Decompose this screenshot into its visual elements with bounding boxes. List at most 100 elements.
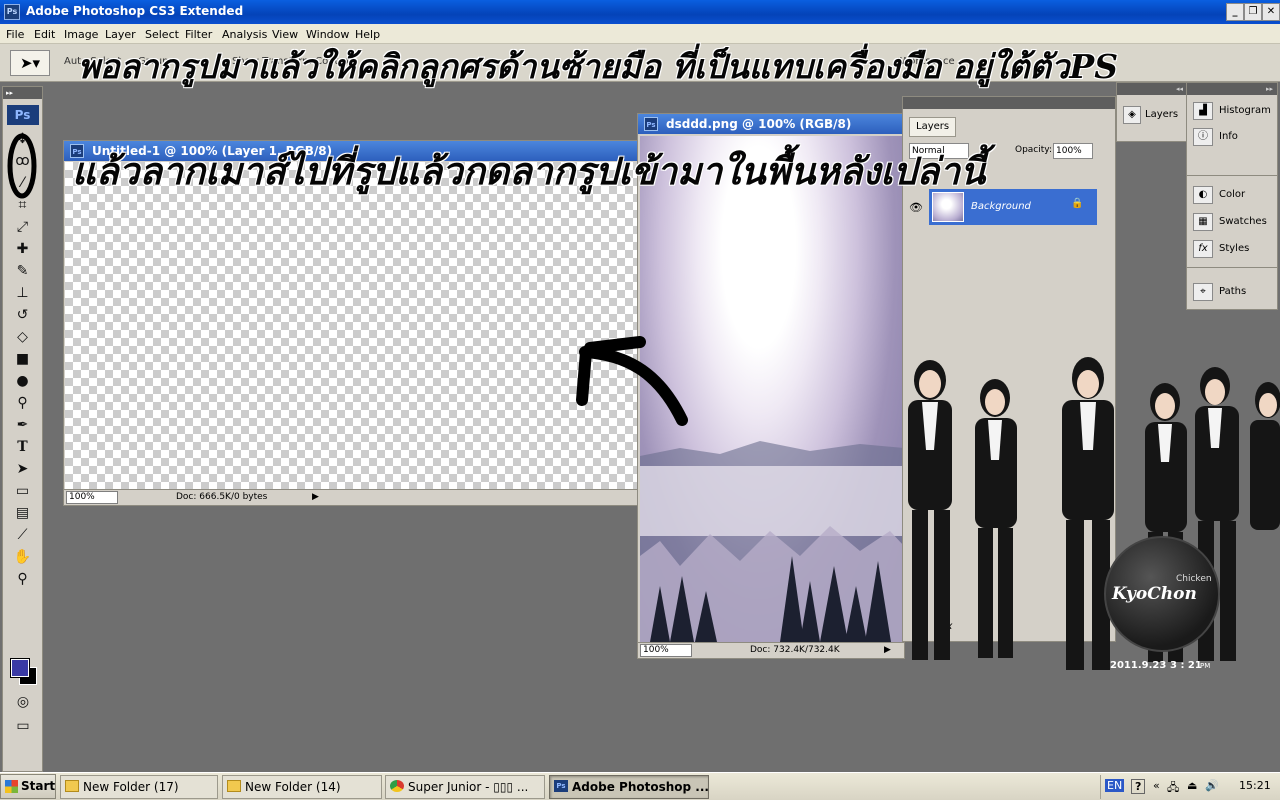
clone-stamp-icon[interactable]: ⊥ <box>5 283 41 304</box>
opacity-field[interactable]: 100% <box>1053 143 1093 159</box>
layers-dock: ◂◂ ◈ Layers <box>1116 82 1188 142</box>
dock-info-label: Info <box>1219 131 1238 142</box>
collapse-tray-icon[interactable]: « <box>1153 779 1160 792</box>
dock-styles[interactable]: fx Styles <box>1189 237 1275 261</box>
dock-info[interactable]: ⓘ Info <box>1189 125 1275 149</box>
magic-wand-icon[interactable]: ⁄ <box>5 173 41 194</box>
eyedropper-icon[interactable]: ⟋ <box>5 525 41 546</box>
crop-tool-icon[interactable]: ⌗ <box>5 195 41 216</box>
visibility-eye-icon[interactable]: 👁 <box>909 201 923 214</box>
language-indicator[interactable]: EN <box>1105 779 1125 792</box>
layers-panel-header <box>903 97 1115 109</box>
hand-tool-icon[interactable]: ✋ <box>5 547 41 568</box>
eraser-tool-icon[interactable]: ◇ <box>5 327 41 348</box>
system-tray: EN ? « 🖧 ⏏ 🔊 15:21 <box>1100 775 1278 799</box>
dsddd-zoom-field[interactable]: 100% <box>640 644 692 657</box>
tray-clock[interactable]: 15:21 <box>1239 779 1271 792</box>
foreground-color-swatch[interactable] <box>10 658 30 678</box>
restore-button[interactable]: ❐ <box>1244 3 1262 21</box>
task-new-folder-14[interactable]: New Folder (14) <box>222 775 382 799</box>
styles-icon: fx <box>1193 240 1213 258</box>
dock-header: ◂◂ <box>1117 83 1187 95</box>
dock-divider <box>1187 175 1277 176</box>
path-selection-icon[interactable]: ➤ <box>5 459 41 480</box>
folder-icon <box>65 780 79 792</box>
lasso-tool-icon[interactable]: ꝏ <box>5 151 41 172</box>
task-new-folder-17[interactable]: New Folder (17) <box>60 775 218 799</box>
taskbar: Start New Folder (17) New Folder (14) Su… <box>0 772 1280 800</box>
task-adobe-photoshop[interactable]: Ps Adobe Photoshop ... <box>549 775 709 799</box>
clock-brand-top: Chicken <box>1176 574 1212 584</box>
untitled-doc-info[interactable]: Doc: 666.5K/0 bytes <box>176 492 267 502</box>
dodge-tool-icon[interactable]: ⚲ <box>5 393 41 414</box>
gradient-tool-icon[interactable]: ■ <box>5 349 41 370</box>
photoshop-icon: Ps <box>554 780 568 792</box>
dock-layers[interactable]: ◈ Layers <box>1119 103 1187 127</box>
clock-date: 2011.9.23 <box>1110 660 1167 671</box>
help-icon[interactable]: ? <box>1131 779 1146 794</box>
close-button[interactable]: ✕ <box>1262 3 1280 21</box>
task-super-junior[interactable]: Super Junior - ▯▯▯ ... <box>385 775 545 799</box>
dock-histogram[interactable]: ▟ Histogram <box>1189 99 1275 123</box>
toolbox: ▸▸ Ps ✥ ꝏ ⁄ ⌗ ⤢ ✚ ✎ ⊥ ↺ ◇ ■ ● ⚲ ✒ T ➤ ▭ … <box>2 86 43 772</box>
start-button[interactable]: Start <box>0 774 56 799</box>
shape-tool-icon[interactable]: ▭ <box>5 481 41 502</box>
volume-icon[interactable]: 🔊 <box>1205 779 1219 792</box>
history-brush-icon[interactable]: ↺ <box>5 305 41 326</box>
move-tool-icon[interactable]: ✥ <box>5 129 41 150</box>
move-tool-preset-picker[interactable]: ➤▾ <box>10 50 50 76</box>
swatches-icon: ▦ <box>1193 213 1213 231</box>
pen-tool-icon[interactable]: ✒ <box>5 415 41 436</box>
tab-layers[interactable]: Layers <box>909 117 957 137</box>
eyedropper-tool-icon[interactable]: ⤢ <box>5 217 41 238</box>
clock-widget: Chicken KyoChon <box>1104 536 1220 652</box>
status-arrow-icon[interactable]: ▶ <box>312 492 319 502</box>
blur-tool-icon[interactable]: ● <box>5 371 41 392</box>
zoom-tool-icon[interactable]: ⚲ <box>5 569 41 590</box>
clock-time: 3 : 21 <box>1170 660 1202 671</box>
screen-mode-icon[interactable]: ▭ <box>5 716 41 737</box>
dock-paths-label: Paths <box>1219 286 1247 297</box>
untitled-status-bar: 100% Doc: 666.5K/0 bytes ▶ <box>64 489 638 505</box>
dsddd-document-title[interactable]: Ps dsddd.png @ 100% (RGB/8) <box>638 114 904 134</box>
menu-edit[interactable]: Edit <box>34 28 55 41</box>
transparent-canvas[interactable] <box>65 162 639 489</box>
notes-tool-icon[interactable]: ▤ <box>5 503 41 524</box>
layers-icon: ◈ <box>1123 106 1141 124</box>
dock-layers-label: Layers <box>1145 109 1179 120</box>
task-label: New Folder (17) <box>83 780 179 794</box>
landscape-artwork <box>640 441 904 642</box>
dock-swatches[interactable]: ▦ Swatches <box>1189 210 1275 234</box>
dsddd-doc-info[interactable]: Doc: 732.4K/732.4K <box>750 645 840 655</box>
instruction-line-1: พอลากรูปมาแล้วให้คลิกลูกศรด้านซ้ายมือ ที… <box>78 47 1119 86</box>
dock-color[interactable]: ◐ Color <box>1189 183 1275 207</box>
type-tool-icon[interactable]: T <box>5 437 41 458</box>
start-label: Start <box>21 779 56 793</box>
title-bar: Ps Adobe Photoshop CS3 Extended _ ❐ ✕ <box>0 0 1280 24</box>
opacity-label: Opacity: <box>1015 145 1052 155</box>
quick-mask-icon[interactable]: ◎ <box>5 692 41 713</box>
dock-header: ▸▸ <box>1187 83 1277 95</box>
dock-paths[interactable]: ⌖ Paths <box>1189 280 1275 304</box>
menu-file[interactable]: File <box>6 28 24 41</box>
dock-histogram-label: Histogram <box>1219 105 1271 116</box>
network-icon[interactable]: 🖧 <box>1167 779 1179 798</box>
dock-swatches-label: Swatches <box>1219 216 1267 227</box>
paths-icon: ⌖ <box>1193 283 1213 301</box>
instruction-line-2: แล้วลากเมาส์ไปที่รูปแล้วกดลากรูปเข้ามาใน… <box>72 149 986 193</box>
clock-ampm: PM <box>1200 662 1211 670</box>
healing-brush-icon[interactable]: ✚ <box>5 239 41 260</box>
dsddd-status-bar: 100% Doc: 732.4K/732.4K ▶ <box>638 642 904 658</box>
layer-name: Background <box>971 201 1031 212</box>
brush-tool-icon[interactable]: ✎ <box>5 261 41 282</box>
dock-styles-label: Styles <box>1219 243 1250 254</box>
dock-color-label: Color <box>1219 189 1246 200</box>
dock-divider <box>1187 267 1277 268</box>
safely-remove-icon[interactable]: ⏏ <box>1187 779 1197 792</box>
chrome-icon <box>390 780 404 792</box>
untitled-zoom-field[interactable]: 100% <box>66 491 118 504</box>
dsddd-image-canvas[interactable] <box>640 136 904 642</box>
group-photo-illustration <box>908 357 1280 670</box>
dsddd-title-text: dsddd.png @ 100% (RGB/8) <box>666 117 852 131</box>
minimize-button[interactable]: _ <box>1226 3 1244 21</box>
